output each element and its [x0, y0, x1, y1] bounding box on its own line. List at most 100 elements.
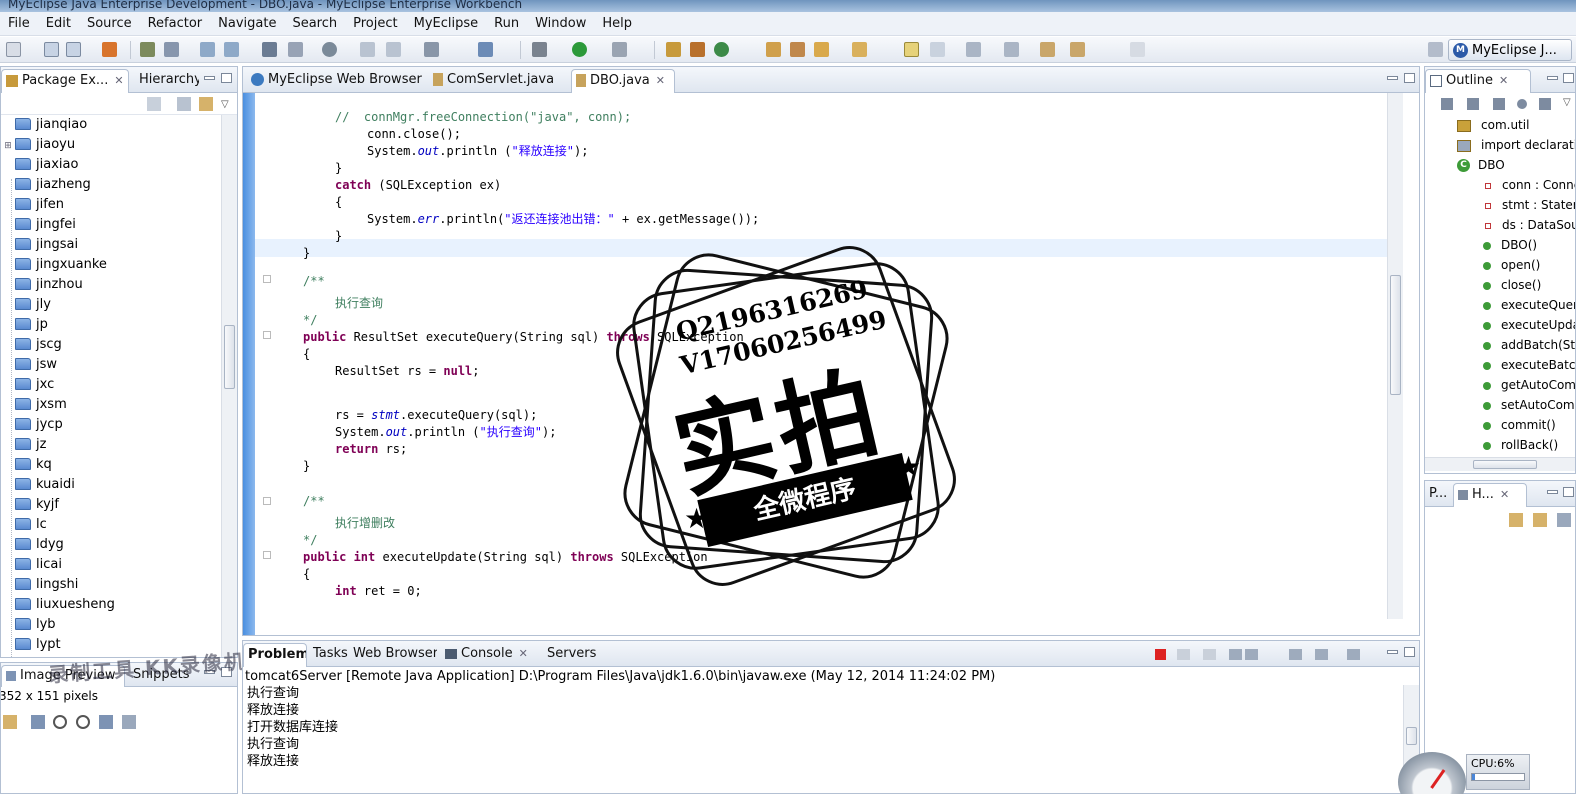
new-interface-icon[interactable] — [714, 42, 729, 57]
menu-myeclipse[interactable]: MyEclipse — [406, 13, 487, 35]
maximize-icon[interactable] — [221, 73, 232, 83]
hide-nonpublic-icon[interactable] — [1517, 99, 1527, 109]
tree-item[interactable]: jiazheng — [1, 175, 91, 195]
tab-dbo[interactable]: DBO.java ✕ — [571, 69, 675, 93]
save-icon[interactable] — [44, 42, 59, 57]
menu-refactor[interactable]: Refactor — [140, 13, 211, 35]
outline-item[interactable]: executeQuery(String) — [1483, 295, 1575, 315]
remove-all-icon[interactable] — [1203, 649, 1216, 660]
minimize-icon[interactable] — [1387, 650, 1398, 654]
prev-annotation-icon[interactable] — [1004, 42, 1019, 57]
maximize-icon[interactable] — [1404, 73, 1415, 83]
collapse-all-icon[interactable] — [177, 97, 191, 111]
clip-icon[interactable] — [360, 42, 375, 57]
menu-navigate[interactable]: Navigate — [210, 13, 284, 35]
expand-icon[interactable]: ⊞ — [1, 136, 15, 156]
tree-item[interactable]: liuxuesheng — [1, 595, 115, 615]
clear-console-icon[interactable] — [1229, 649, 1242, 660]
tree-item[interactable]: kq — [1, 455, 52, 475]
tab-history[interactable]: H... ✕ — [1453, 483, 1527, 507]
hierarchy-icon[interactable] — [262, 42, 277, 57]
open-type-icon[interactable] — [766, 42, 781, 57]
debug-icon[interactable] — [532, 42, 547, 57]
redeploy-icon[interactable] — [224, 42, 239, 57]
view-menu-icon[interactable]: ▽ — [1563, 97, 1571, 108]
stop-icon[interactable] — [1155, 649, 1166, 660]
external-tools-icon[interactable] — [612, 42, 627, 57]
outline-horizontal-scrollbar[interactable] — [1425, 457, 1575, 471]
display-console-icon[interactable] — [1315, 649, 1328, 660]
minimize-icon[interactable] — [1547, 76, 1558, 80]
tree-item[interactable]: lypt — [1, 635, 61, 655]
scroll-lock-icon[interactable] — [1245, 649, 1258, 660]
tree-item[interactable]: jly — [1, 295, 51, 315]
tab-problems[interactable]: Problems — [243, 643, 307, 667]
tab-outline[interactable]: Outline ✕ — [1425, 69, 1531, 93]
globe-icon[interactable] — [322, 42, 337, 57]
maximize-icon[interactable] — [1404, 647, 1415, 657]
menu-edit[interactable]: Edit — [38, 13, 79, 35]
tree-item[interactable]: jifen — [1, 195, 64, 215]
bug-icon[interactable] — [140, 42, 155, 57]
hide-static-icon[interactable] — [1493, 98, 1505, 110]
fold-marker[interactable] — [263, 275, 271, 283]
tree-item[interactable]: lingshi — [1, 575, 78, 595]
tree-item[interactable]: jiaxiao — [1, 155, 78, 175]
tab-comservlet[interactable]: ComServlet.java — [429, 69, 567, 93]
save-all-icon[interactable] — [66, 42, 81, 57]
fold-marker[interactable] — [263, 497, 271, 505]
link-editor-icon[interactable] — [199, 97, 213, 111]
zoom-in-icon[interactable] — [76, 715, 90, 729]
forward-icon[interactable] — [1070, 42, 1085, 57]
maximize-icon[interactable] — [1563, 73, 1574, 83]
pin-console-icon[interactable] — [1289, 649, 1302, 660]
tab-tasks[interactable]: Tasks — [309, 643, 349, 667]
view-menu-icon[interactable]: ▽ — [221, 99, 229, 110]
tab-hierarchy[interactable]: Hierarchy — [135, 69, 199, 93]
tree-item[interactable]: jinzhou — [1, 275, 83, 295]
minimize-icon[interactable] — [1547, 490, 1558, 494]
next-annotation-icon[interactable] — [966, 42, 981, 57]
tree-item[interactable]: jianqiao — [1, 115, 87, 135]
tree-item[interactable]: jxsm — [1, 395, 67, 415]
menu-file[interactable]: File — [0, 13, 38, 35]
tree-item[interactable]: kyjf — [1, 495, 59, 515]
outline-item[interactable]: getAutoCommit() — [1483, 375, 1575, 395]
server-icon[interactable] — [102, 42, 117, 57]
sort-icon[interactable] — [1441, 98, 1453, 110]
tree-item[interactable]: licai — [1, 555, 62, 575]
outline-item[interactable]: conn : Connection — [1485, 175, 1575, 195]
new-package-icon[interactable] — [666, 42, 681, 57]
menu-window[interactable]: Window — [527, 13, 594, 35]
report-icon[interactable] — [288, 42, 303, 57]
close-icon[interactable]: ✕ — [1499, 74, 1508, 87]
package-explorer-scroll-thumb[interactable] — [224, 325, 235, 389]
tree-item[interactable]: jscg — [1, 335, 62, 355]
new-icon[interactable] — [6, 42, 21, 57]
deploy-icon[interactable] — [200, 42, 215, 57]
tab-package-explorer[interactable]: Package Ex... ✕ — [1, 69, 129, 93]
tree-item[interactable]: lyb — [1, 615, 56, 635]
minimize-icon[interactable] — [204, 76, 215, 80]
tree-item[interactable]: jingxuanke — [1, 255, 107, 275]
outline-item[interactable]: import declarations — [1457, 135, 1575, 155]
editor-vertical-scrollbar[interactable] — [1387, 93, 1403, 619]
outline-item[interactable]: close() — [1483, 275, 1541, 295]
outline-item[interactable]: addBatch(String) — [1483, 335, 1575, 355]
close-icon[interactable]: ✕ — [656, 74, 665, 87]
open-resource-icon[interactable] — [790, 42, 805, 57]
tree-item[interactable]: jsw — [1, 355, 57, 375]
perspective-switcher[interactable]: M MyEclipse J... — [1448, 39, 1572, 61]
maximize-icon[interactable] — [1563, 487, 1574, 497]
window-icon[interactable] — [424, 42, 439, 57]
minimize-icon[interactable] — [1387, 76, 1398, 80]
compare-icon[interactable] — [1533, 513, 1547, 527]
tree-item[interactable]: kuaidi — [1, 475, 75, 495]
close-icon[interactable]: ✕ — [114, 74, 123, 87]
link-icon[interactable] — [386, 42, 401, 57]
outline-item[interactable]: stmt : Statement — [1485, 195, 1575, 215]
tab-servers[interactable]: Servers — [543, 643, 599, 667]
tree-item[interactable]: jp — [1, 315, 48, 335]
tab-console[interactable]: Console ✕ — [441, 643, 533, 667]
open-console-icon[interactable] — [1347, 649, 1360, 660]
